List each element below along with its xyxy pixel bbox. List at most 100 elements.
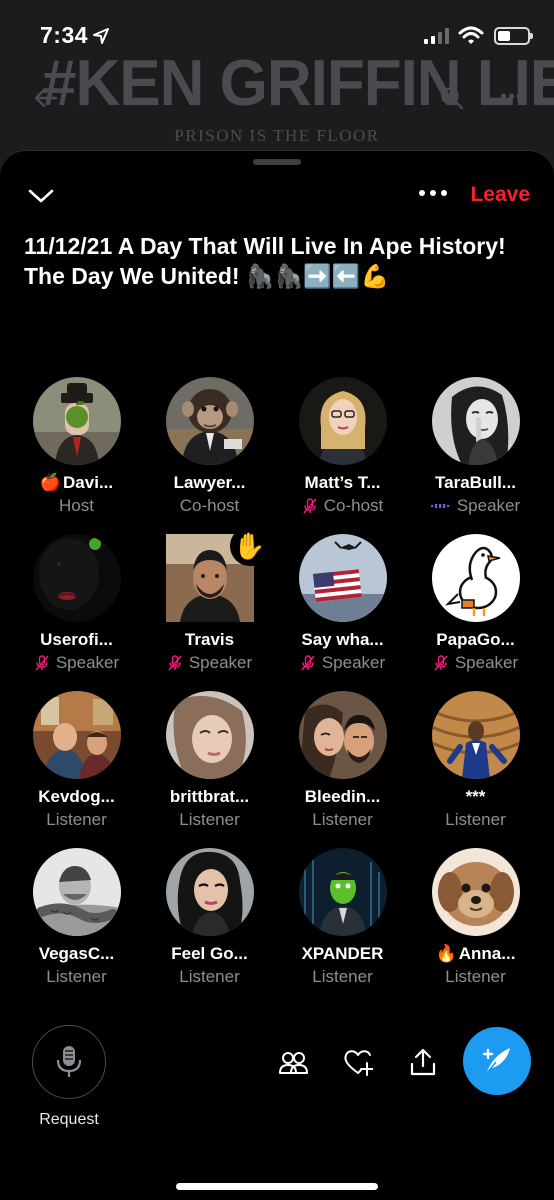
participant-name-text: XPANDER [301, 944, 384, 963]
flag-eagle-avatar[interactable] [298, 534, 387, 622]
participant-15[interactable]: XPANDER Listener [276, 848, 409, 987]
participant-14[interactable]: Feel Go... Listener [143, 848, 276, 987]
participant-10[interactable]: brittbrat... Listener [143, 691, 276, 830]
more-options-icon: ••• [500, 86, 525, 108]
participant-name: Lawyer... [143, 473, 276, 493]
participant-role: Listener [143, 967, 276, 987]
sheet-grabber[interactable] [253, 159, 301, 165]
dog-avatar[interactable] [431, 848, 520, 936]
participant-16[interactable]: 🔥 Anna... Listener [409, 848, 542, 987]
participant-name-text: Kevdog... [38, 787, 115, 806]
participant-2[interactable]: Lawyer... Co-host [143, 377, 276, 516]
more-options-button[interactable] [416, 183, 450, 203]
participant-name: TaraBull... [409, 473, 542, 493]
participant-4[interactable]: TaraBull... Speaker [409, 377, 542, 516]
participant-name-text: Bleedin... [304, 787, 381, 806]
apple-man-avatar[interactable] [32, 377, 121, 465]
participant-1[interactable]: 🍎 Davi... Host [10, 377, 143, 516]
name-emoji: 🔥 [435, 944, 457, 963]
participant-name-text: Matt’s T... [304, 473, 381, 492]
cellular-signal-icon [424, 28, 449, 44]
participant-11[interactable]: Bleedin... Listener [276, 691, 409, 830]
participant-role-text: Speaker [55, 653, 120, 672]
heart-plus-icon[interactable] [343, 1047, 373, 1077]
blonde-woman-avatar[interactable] [298, 377, 387, 465]
participant-role: Co-host [143, 496, 276, 516]
muted-microphone-icon [168, 655, 182, 671]
group-photo-avatar[interactable] [32, 691, 121, 779]
collapse-chevron-icon[interactable] [26, 185, 56, 207]
share-icon[interactable] [408, 1047, 438, 1077]
participant-name: *** [409, 787, 542, 807]
participant-13[interactable]: VegasC... Listener [10, 848, 143, 987]
request-label: Request [39, 1111, 99, 1128]
participant-name-text: Feel Go... [171, 944, 248, 963]
participant-name-text: Userofi... [40, 630, 113, 649]
dark-lips-avatar[interactable] [32, 534, 121, 622]
participant-role: Co-host [276, 496, 409, 516]
home-indicator[interactable] [176, 1183, 378, 1190]
participant-name-text: Lawyer... [173, 473, 246, 492]
participant-role: Listener [409, 810, 542, 830]
dark-hair-woman-avatar[interactable] [165, 848, 254, 936]
chimp-avatar[interactable] [165, 377, 254, 465]
muted-microphone-icon [434, 655, 448, 671]
tattoo-man-avatar[interactable] [32, 848, 121, 936]
participant-role-text: Listener [179, 810, 240, 829]
participant-role: Speaker [10, 653, 143, 673]
participant-role-text: Speaker [188, 653, 253, 672]
participant-name: brittbrat... [143, 787, 276, 807]
participant-12[interactable]: *** Listener [409, 691, 542, 830]
participant-8[interactable]: PapaGo... Speaker [409, 534, 542, 673]
green-face-avatar[interactable] [298, 848, 387, 936]
couple-avatar[interactable] [298, 691, 387, 779]
goose-avatar[interactable] [431, 534, 520, 622]
status-time: 7:34 [40, 22, 89, 48]
participant-role-text: Co-host [323, 496, 384, 515]
participant-name-text: *** [465, 787, 486, 806]
participant-role-text: Listener [312, 967, 373, 986]
participant-name: PapaGo... [409, 630, 542, 650]
background-profile-page: 7:34 #KEN GRIFFIN LIED ••• PRISON IS THE… [0, 0, 554, 175]
woman-bw-avatar[interactable] [431, 377, 520, 465]
participant-name: Userofi... [10, 630, 143, 650]
participant-role: Listener [276, 810, 409, 830]
participant-name: Say wha... [276, 630, 409, 650]
participant-role: Speaker [143, 653, 276, 673]
name-emoji: 🍎 [39, 473, 62, 492]
feather-plus-icon [482, 1048, 510, 1075]
participant-role: Listener [10, 810, 143, 830]
participant-role-text: Listener [46, 967, 107, 986]
participant-name: Travis [143, 630, 276, 650]
participant-role-text: Host [59, 496, 94, 515]
participant-role: Speaker [276, 653, 409, 673]
request-to-speak-button[interactable] [32, 1025, 106, 1099]
participant-name: Matt’s T... [276, 473, 409, 493]
compose-tweet-button[interactable] [463, 1027, 531, 1095]
back-arrow-icon [34, 88, 58, 108]
participant-role-text: Listener [179, 967, 240, 986]
participant-name-text: brittbrat... [169, 787, 250, 806]
leave-button[interactable]: Leave [470, 183, 530, 207]
participant-name-text: PapaGo... [436, 630, 515, 649]
participant-role-text: Speaker [456, 496, 521, 515]
people-icon[interactable] [278, 1047, 308, 1077]
microphone-icon [56, 1046, 82, 1077]
speaking-indicator-icon [430, 504, 450, 508]
participant-6[interactable]: ✋ Travis Speaker [143, 526, 276, 673]
location-arrow-icon [93, 28, 109, 44]
suited-man-avatar[interactable] [431, 691, 520, 779]
participant-name-text: TaraBull... [435, 473, 516, 492]
participant-role: Speaker [409, 496, 542, 516]
participant-name-text: Davi... [63, 473, 114, 492]
participant-name: VegasC... [10, 944, 143, 964]
participant-9[interactable]: Kevdog... Listener [10, 691, 143, 830]
participant-5[interactable]: Userofi... Speaker [10, 534, 143, 673]
space-title: 11/12/21 A Day That Will Live In Ape His… [24, 233, 506, 289]
participant-7[interactable]: Say wha... Speaker [276, 534, 409, 673]
participant-role: Listener [10, 967, 143, 987]
battery-icon [494, 27, 533, 45]
muted-microphone-icon [301, 655, 315, 671]
participant-3[interactable]: Matt’s T... Co-host [276, 377, 409, 516]
woman-selfie-avatar[interactable] [165, 691, 254, 779]
